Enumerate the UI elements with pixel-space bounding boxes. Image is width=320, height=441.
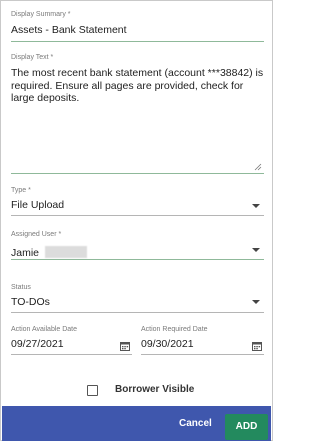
display-text-field[interactable]: Display Text * The most recent bank stat…	[11, 54, 264, 174]
chevron-down-icon[interactable]	[252, 300, 260, 304]
type-value: File Upload	[11, 199, 65, 211]
action-available-date-field[interactable]: Action Available Date 09/27/2021	[11, 326, 132, 355]
type-label: Type *	[11, 187, 31, 194]
action-required-date-label: Action Required Date	[141, 326, 208, 333]
display-summary-field[interactable]: Display Summary * Assets - Bank Statemen…	[11, 11, 264, 42]
status-label: Status	[11, 284, 31, 291]
display-text-label: Display Text *	[11, 54, 54, 61]
action-available-date-label: Action Available Date	[11, 326, 78, 333]
assigned-user-dropdown[interactable]: Assigned User * Jamie	[11, 231, 264, 260]
calendar-icon[interactable]	[252, 341, 262, 351]
assigned-user-value: Jamie	[11, 247, 40, 259]
action-available-date-underline	[11, 354, 132, 355]
action-required-date-field[interactable]: Action Required Date 09/30/2021	[141, 326, 264, 355]
dialog-footer: Cancel ADD	[2, 406, 271, 441]
action-required-date-underline	[141, 354, 264, 355]
chevron-down-icon[interactable]	[252, 248, 260, 252]
cancel-button[interactable]: Cancel	[179, 418, 212, 429]
type-dropdown[interactable]: Type * File Upload	[11, 187, 264, 216]
display-text-textarea[interactable]: The most recent bank statement (account …	[11, 67, 264, 171]
task-form-dialog: Display Summary * Assets - Bank Statemen…	[0, 0, 273, 441]
status-value: TO-DOs	[11, 296, 50, 308]
resize-handle-icon[interactable]	[254, 163, 262, 171]
borrower-visible-row: Borrower Visible	[1, 382, 272, 398]
borrower-visible-label: Borrower Visible	[115, 384, 195, 395]
borrower-visible-checkbox[interactable]	[87, 385, 98, 396]
display-text-underline	[11, 173, 264, 174]
action-available-date-input[interactable]: 09/27/2021	[11, 338, 132, 350]
display-summary-underline	[11, 41, 264, 42]
status-underline	[11, 312, 264, 313]
chevron-down-icon[interactable]	[252, 204, 260, 208]
display-summary-label: Display Summary *	[11, 11, 71, 18]
add-button[interactable]: ADD	[225, 414, 268, 440]
action-required-date-input[interactable]: 09/30/2021	[141, 338, 264, 350]
calendar-icon[interactable]	[120, 341, 130, 351]
status-dropdown[interactable]: Status TO-DOs	[11, 284, 264, 313]
type-underline	[11, 215, 264, 216]
redacted-surname	[45, 245, 88, 258]
assigned-user-underline	[11, 259, 264, 260]
display-summary-input[interactable]: Assets - Bank Statement	[11, 24, 264, 36]
assigned-user-label: Assigned User *	[11, 231, 62, 238]
